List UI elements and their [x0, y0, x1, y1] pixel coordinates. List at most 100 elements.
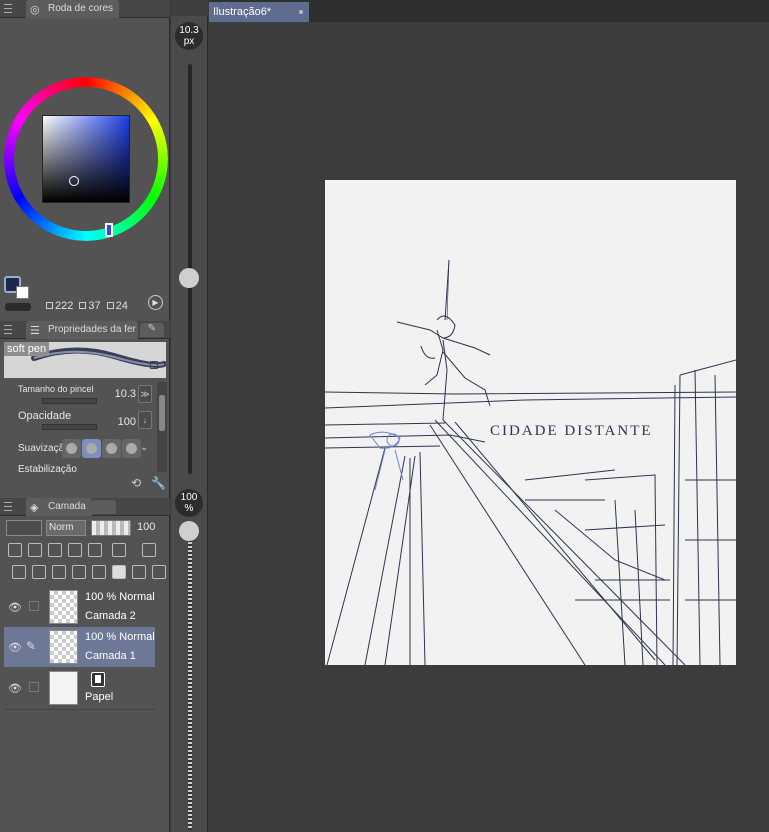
opacity-track[interactable]: [188, 530, 192, 830]
color-wheel-title: Roda de cores: [48, 3, 114, 14]
opacity-bubble: 100 %: [175, 489, 203, 517]
layer-name: Camada 1: [85, 650, 136, 662]
mask-icon[interactable]: [112, 565, 126, 579]
apply-mask-icon[interactable]: [132, 565, 146, 579]
draft-layer-icon[interactable]: [48, 543, 62, 557]
new-raster-layer-icon[interactable]: [12, 565, 26, 579]
hue-value: 222: [55, 300, 74, 312]
panel-grip-icon[interactable]: [4, 4, 12, 13]
val-value-item: 24: [106, 300, 128, 312]
opacity-slider[interactable]: [91, 520, 131, 536]
layer-actions-toolbar: [4, 561, 166, 583]
close-tab-icon[interactable]: [299, 10, 303, 14]
opacity-knob[interactable]: [179, 521, 199, 541]
sat-value: 37: [88, 300, 101, 312]
layer-opacity-value[interactable]: 100: [137, 521, 155, 533]
saturation-value-square[interactable]: [42, 115, 130, 203]
eye-icon[interactable]: 👁: [8, 641, 22, 654]
strip-grip-icon[interactable]: [171, 0, 208, 16]
clip-layer-icon[interactable]: [8, 543, 22, 557]
document-tab-label: Ilustração6*: [213, 6, 272, 18]
panel-grip-icon[interactable]: [4, 502, 12, 511]
hue-icon: [46, 302, 53, 309]
trash-icon[interactable]: [152, 565, 166, 579]
smoothing-option-2[interactable]: [82, 439, 101, 458]
reset-icon[interactable]: ⟲: [131, 476, 141, 490]
lock-transparency-icon[interactable]: [88, 543, 102, 557]
smoothing-dropdown-icon[interactable]: ⌄: [140, 442, 148, 453]
tool-property-panel-header: ☰ Propriedades da fer ✎: [0, 321, 170, 339]
brush-size-row: Tamanho do pincel 10.3: [18, 384, 136, 408]
ruler-enable-icon[interactable]: [142, 543, 156, 557]
layer-panel-header: ◈ Camada: [0, 498, 170, 516]
panel-grip-icon[interactable]: [4, 325, 12, 334]
saturation-icon: [79, 302, 87, 309]
brush-size-unit: px: [183, 36, 195, 47]
value-icon: [106, 302, 114, 309]
sv-picker-handle[interactable]: [69, 176, 79, 186]
opacity-label: Opacidade: [18, 410, 72, 422]
lock-layer-icon[interactable]: [68, 543, 82, 557]
new-folder-icon[interactable]: [52, 565, 66, 579]
layer-tab-2[interactable]: [92, 500, 116, 514]
layer-mode: 100 % Normal: [85, 591, 155, 603]
opacity-bar[interactable]: [42, 424, 97, 430]
sat-value-item: 37: [79, 300, 101, 312]
brush-size-knob[interactable]: [179, 268, 199, 288]
tab-color-wheel[interactable]: ◎ Roda de cores: [26, 0, 120, 18]
layer-thumbnail: [49, 671, 78, 705]
drawing-canvas[interactable]: CIDADE DISTANTE: [325, 180, 736, 665]
smoothing-option-4[interactable]: [122, 439, 141, 458]
opacity-option-button[interactable]: ↓: [138, 411, 152, 429]
brush-size-bar[interactable]: [42, 398, 97, 404]
tool-property-title: Propriedades da fer: [48, 324, 136, 335]
merge-down-icon[interactable]: [92, 565, 106, 579]
eye-icon[interactable]: 👁: [8, 601, 22, 614]
layer-row[interactable]: 👁 Papel: [4, 668, 155, 708]
sliders-icon: ☰: [30, 325, 40, 337]
tab-tool-property[interactable]: ☰ Propriedades da fer: [26, 321, 138, 339]
smoothing-option-1[interactable]: [62, 439, 81, 458]
wrench-icon[interactable]: 🔧: [151, 476, 166, 490]
document-tab[interactable]: Ilustração6*: [209, 2, 309, 22]
new-vector-layer-icon[interactable]: [32, 565, 46, 579]
play-icon[interactable]: ▶: [148, 295, 163, 310]
canvas-area: Ilustração6* CIDADE DISTANTE: [209, 0, 769, 832]
document-tabs: Ilustração6*: [209, 0, 769, 22]
lock-icon[interactable]: [150, 361, 158, 369]
transparent-color-icon[interactable]: [5, 303, 31, 311]
layer-color-dropdown[interactable]: [6, 520, 42, 536]
layer-row-selected[interactable]: 👁 ✎ 100 % Normal Camada 1: [4, 627, 155, 667]
sketch-drawing: CIDADE DISTANTE: [325, 259, 736, 665]
layer-row[interactable]: 👁 100 % Normal Camada 2: [4, 587, 155, 627]
brush-size-label: Tamanho do pincel: [18, 384, 94, 394]
brush-size-value[interactable]: 10.3: [115, 388, 136, 400]
size-opacity-slider-strip: 10.3 px 100 %: [171, 0, 208, 832]
mask-enable-icon[interactable]: [112, 543, 126, 557]
reference-layer-icon[interactable]: [28, 543, 42, 557]
blend-mode-select[interactable]: Norm: [46, 520, 86, 536]
layer-blend-toolbar: Norm 100: [4, 517, 166, 539]
opacity-row: Opacidade 100: [18, 410, 136, 434]
brush-size-dropdown-button[interactable]: ≫: [138, 385, 152, 403]
layer-list-divider: [4, 709, 155, 710]
tab-layer[interactable]: ◈ Camada: [26, 498, 92, 516]
layer-checkbox[interactable]: [29, 682, 39, 692]
eye-icon[interactable]: 👁: [8, 682, 22, 695]
left-panel-column: ◎ Roda de cores 222 37 24 ▶ ☰ Propriedad…: [0, 0, 170, 832]
smoothing-option-3[interactable]: [102, 439, 121, 458]
layer-thumbnail: [49, 630, 78, 664]
color-wheel-panel-header: ◎ Roda de cores: [0, 0, 170, 18]
property-scrollbar-thumb[interactable]: [159, 395, 165, 431]
layer-mode: 100 % Normal: [85, 631, 155, 643]
layer-checkbox[interactable]: [29, 601, 39, 611]
transfer-down-icon[interactable]: [72, 565, 86, 579]
brush-tab-icon[interactable]: ✎: [140, 323, 164, 337]
sub-color-swatch[interactable]: [16, 286, 29, 299]
stabilization-label: Estabilização: [18, 464, 77, 475]
val-value: 24: [115, 300, 128, 312]
hue-picker-handle[interactable]: [105, 223, 113, 237]
opacity-value[interactable]: 100: [118, 416, 136, 428]
brush-name-label: soft pen: [4, 342, 50, 356]
pencil-icon: ✎: [26, 639, 37, 653]
